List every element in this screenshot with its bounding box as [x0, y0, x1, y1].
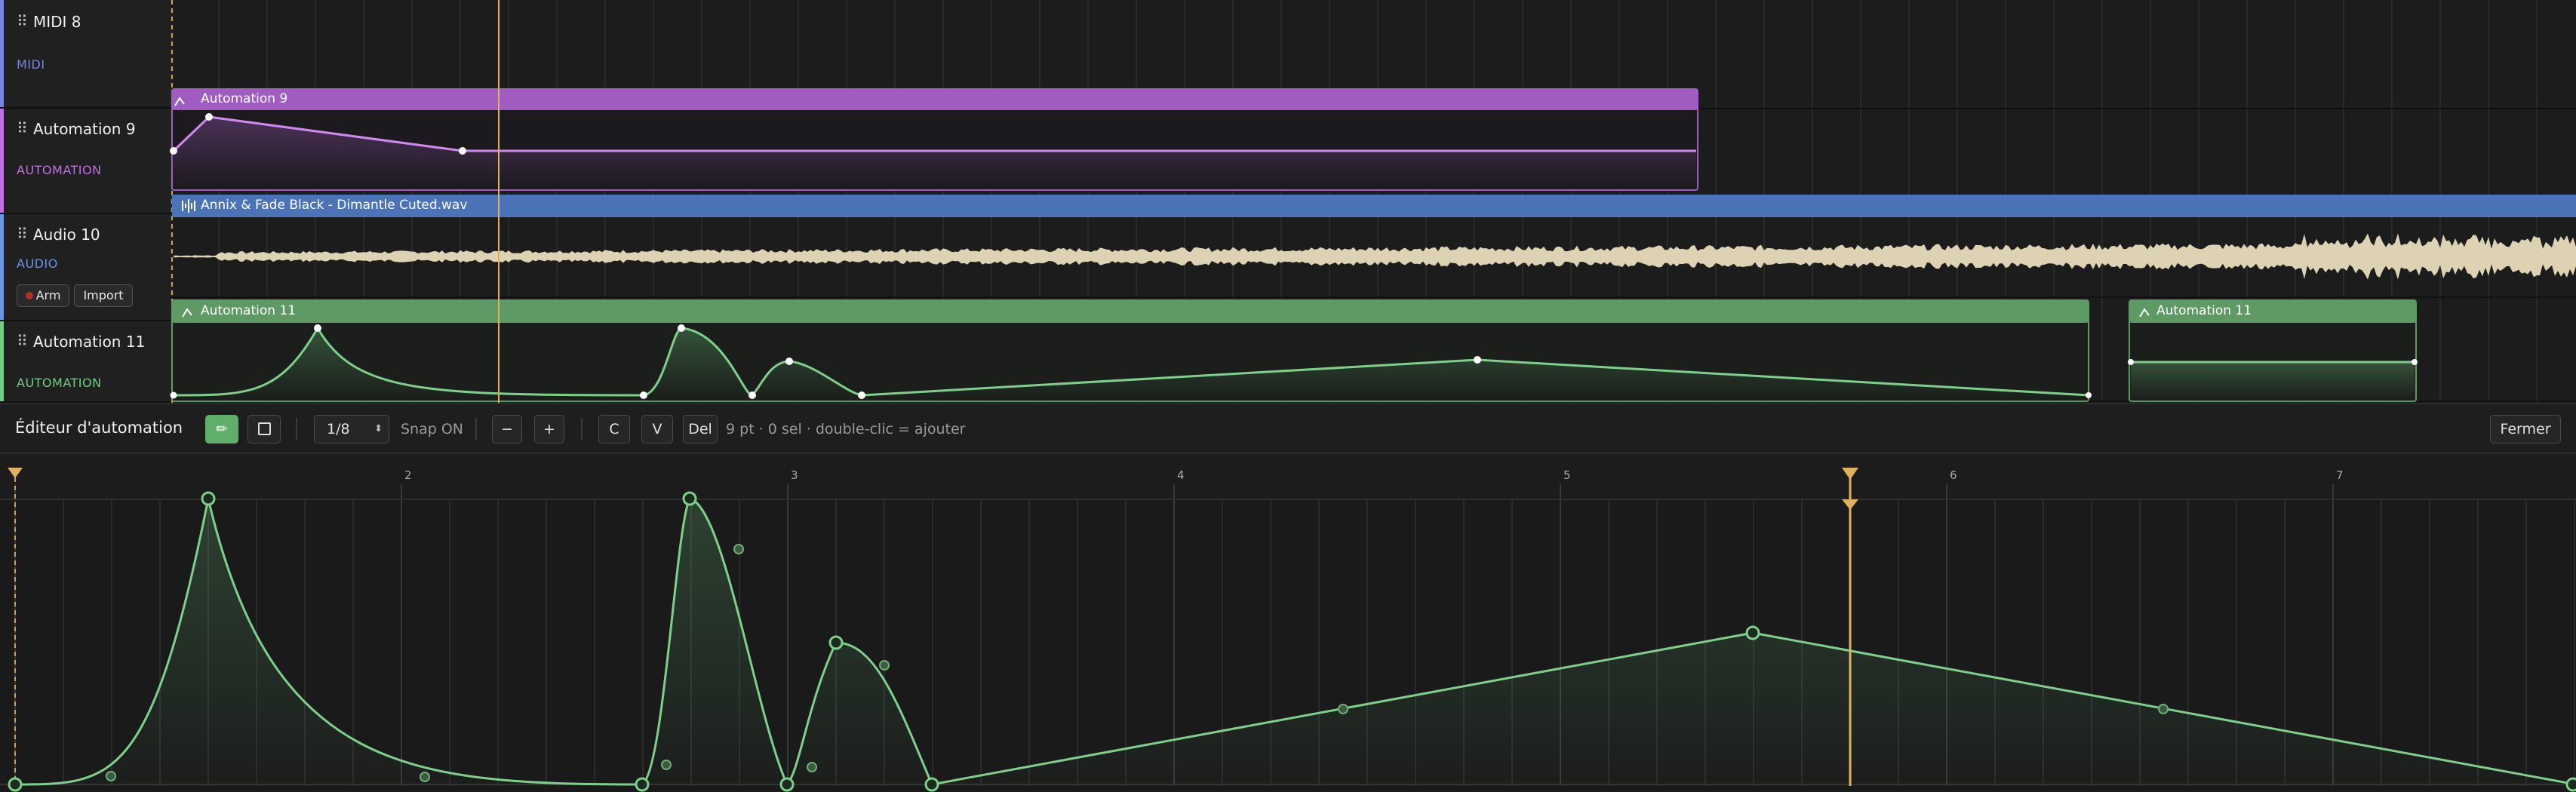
editor-point[interactable]	[779, 777, 795, 792]
clip-title: Automation 9	[201, 91, 288, 106]
zoom-out-button[interactable]: −	[492, 415, 522, 444]
curve-handle[interactable]	[807, 762, 817, 772]
copy-button[interactable]: C	[598, 415, 630, 444]
clip-title: Automation 11	[201, 303, 297, 318]
ruler-bar-label: 3	[791, 468, 798, 482]
automation-point[interactable]	[1474, 356, 1481, 364]
square-select-icon	[257, 422, 271, 435]
editor-status: 9 pt · 0 sel · double-clic = ajouter	[726, 421, 966, 437]
ruler-bar-label: 2	[404, 468, 412, 482]
clip-header[interactable]	[172, 89, 1698, 110]
toolbar-divider	[581, 418, 583, 441]
clip-header[interactable]	[172, 300, 2089, 323]
automation-point[interactable]	[640, 391, 647, 399]
editor-point[interactable]	[924, 777, 939, 792]
editor-point[interactable]	[635, 777, 650, 792]
clip-automation-9[interactable]	[170, 88, 1698, 191]
toolbar-divider	[296, 418, 297, 441]
grid-value: 1/8	[327, 421, 350, 437]
automation-editor-canvas[interactable]	[0, 454, 2576, 792]
automation-editor-toolbar: Éditeur d'automation ✏ 1/8 ⬍ Snap ON − +…	[0, 403, 2576, 454]
editor-point[interactable]	[2565, 777, 2576, 792]
curve-handle[interactable]	[879, 660, 890, 671]
clip-title: Annix & Fade Black - Dimantle Cuted.wav	[201, 198, 468, 213]
automation-point[interactable]	[2086, 392, 2092, 398]
curve-handle[interactable]	[2158, 704, 2169, 714]
close-button[interactable]: Fermer	[2490, 415, 2561, 444]
clip-automation-11-a[interactable]	[170, 299, 2092, 402]
curve-handle[interactable]	[106, 771, 116, 781]
curve-handle[interactable]	[733, 544, 744, 554]
timeline-ruler[interactable]	[0, 454, 2576, 499]
zoom-in-button[interactable]: +	[534, 415, 564, 444]
clip-title: Automation 11	[2156, 303, 2252, 318]
snap-toggle[interactable]: Snap ON	[401, 415, 463, 444]
automation-point[interactable]	[205, 113, 213, 121]
automation-point[interactable]	[785, 358, 793, 365]
automation-point[interactable]	[170, 147, 177, 155]
automation-point[interactable]	[678, 324, 685, 332]
ruler-bar-label: 5	[1563, 468, 1571, 482]
clip-header[interactable]	[172, 195, 2576, 217]
editor-point[interactable]	[682, 491, 697, 506]
toolbar-divider	[475, 418, 477, 441]
automation-point[interactable]	[2128, 359, 2134, 365]
automation-point[interactable]	[858, 391, 865, 399]
pencil-icon: ✏	[216, 421, 228, 437]
pencil-tool-button[interactable]: ✏	[205, 415, 238, 444]
automation-point[interactable]	[2412, 359, 2418, 365]
daw-window: ⠿ MIDI 8 MIDI ⠿ Automation 9 AUTOMATION …	[0, 0, 2576, 792]
editor-point[interactable]	[201, 491, 216, 506]
automation-point[interactable]	[749, 391, 756, 399]
automation-point[interactable]	[314, 324, 321, 332]
editor-point[interactable]	[8, 777, 23, 792]
delete-button[interactable]: Del	[683, 415, 718, 444]
automation-point[interactable]	[459, 147, 466, 155]
paste-button[interactable]: V	[641, 415, 673, 444]
curve-handle[interactable]	[661, 760, 672, 770]
curve-handle[interactable]	[420, 772, 430, 782]
clip-audio-10[interactable]	[172, 195, 2576, 280]
editor-point[interactable]	[828, 635, 844, 650]
editor-title: Éditeur d'automation	[15, 419, 183, 437]
ruler-bar-label: 4	[1177, 468, 1185, 482]
grid-select[interactable]: 1/8 ⬍	[314, 415, 389, 444]
editor-point[interactable]	[1745, 625, 1760, 640]
stepper-icon: ⬍	[374, 423, 383, 434]
audio-waveform	[174, 233, 2576, 280]
select-tool-button[interactable]	[247, 415, 281, 444]
curve-handle[interactable]	[1338, 704, 1348, 714]
ruler-bar-label: 7	[2336, 468, 2344, 482]
ruler-bar-label: 6	[1950, 468, 1957, 482]
automation-point[interactable]	[170, 391, 177, 399]
